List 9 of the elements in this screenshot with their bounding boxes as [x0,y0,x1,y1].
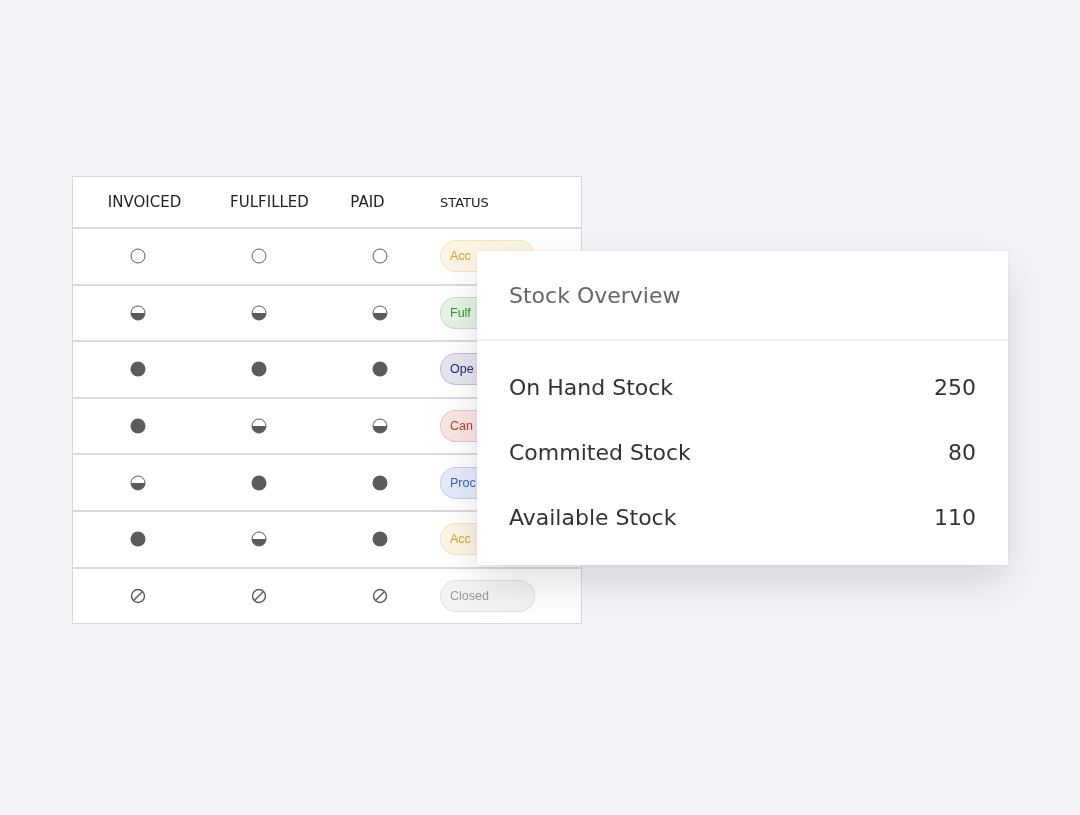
status-badge: Closed [440,579,535,612]
stock-value: 80 [948,440,976,465]
column-header: STATUS [440,194,489,210]
column-header: INVOICED [107,193,182,211]
stock-value: 110 [934,505,976,530]
column-header: FULFILLED [230,193,309,211]
column-header: PAID [350,193,385,211]
stock-label: Commited Stock [509,440,691,465]
stock-value: 250 [934,375,976,400]
